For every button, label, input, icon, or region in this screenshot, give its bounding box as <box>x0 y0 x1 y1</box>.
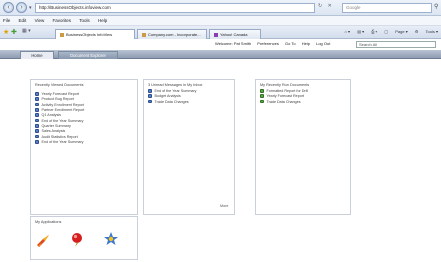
star-app-icon[interactable] <box>103 231 119 247</box>
welcome-text: Welcome: Pat Smith <box>215 41 252 46</box>
applications-panel: My Applications <box>30 216 138 260</box>
logout-link[interactable]: Log Out <box>316 41 330 46</box>
forward-arrow-icon[interactable]: › <box>16 2 27 13</box>
menu-edit[interactable]: Edit <box>19 18 27 23</box>
tools-menu[interactable]: ⚙ Tools ▾ <box>415 29 438 34</box>
document-icon <box>35 118 39 123</box>
page-menu[interactable]: ▢ Page ▾ <box>384 29 407 34</box>
help-link[interactable]: Help <box>302 41 310 46</box>
document-icon <box>148 94 152 98</box>
address-bar: ‹ › ▾ http://BusinessObjects.infoview.co… <box>0 0 441 16</box>
site-search-input[interactable]: Search All <box>356 41 436 48</box>
document-icon <box>260 99 264 104</box>
tab-home[interactable]: Home <box>20 51 54 59</box>
inbox-panel: 3 Unread Messages in My Inbox End of the… <box>143 79 235 215</box>
page-content: Welcome: Pat Smith Preferences Go To Hel… <box>0 40 441 262</box>
back-arrow-icon[interactable]: ‹ <box>3 2 14 13</box>
app-launcher-icon[interactable] <box>35 233 51 249</box>
panel-title: 3 Unread Messages in My Inbox <box>148 83 203 87</box>
list-item[interactable]: Trade Data Changes <box>260 99 308 105</box>
document-icon <box>35 124 39 128</box>
page-favicon-icon <box>60 32 64 37</box>
favorites-star-icon[interactable]: ★ <box>3 28 9 36</box>
add-favorites-icon[interactable]: ✚ <box>11 28 17 36</box>
preferences-link[interactable]: Preferences <box>257 41 279 46</box>
browser-tab-company[interactable]: Company.com - Incorporate... <box>137 29 207 39</box>
command-bar: ⌂ ▾ ▤ ▾ ⎙ ▾ ▢ Page ▾ ⚙ Tools ▾ <box>339 29 438 34</box>
menu-favorites[interactable]: Favorites <box>53 18 72 23</box>
document-icon <box>148 89 152 93</box>
menu-bar: File Edit View Favorites Tools Help <box>0 16 441 26</box>
list-item[interactable]: End of the Year Summary <box>35 140 84 145</box>
document-icon <box>35 140 39 144</box>
history-dropdown-icon[interactable]: ▾ <box>29 5 32 11</box>
browser-tab-yahoo[interactable]: Yahoo! Canada <box>209 29 261 39</box>
document-icon <box>260 89 264 93</box>
document-icon <box>35 129 39 133</box>
menu-help[interactable]: Help <box>98 18 107 23</box>
panel-title: My Recently Run Documents <box>260 83 310 87</box>
feeds-icon[interactable]: ▤ ▾ <box>357 29 364 34</box>
panel-title: Recently Viewed Documents <box>35 83 84 87</box>
panel-title: My Applications <box>35 220 62 224</box>
document-icon <box>260 94 264 98</box>
recently-run-panel: My Recently Run Documents Formatted Repo… <box>255 79 351 215</box>
tab-document-explorer[interactable]: Document Explorer <box>58 51 118 59</box>
document-icon <box>35 108 39 112</box>
document-icon <box>35 113 39 117</box>
print-icon[interactable]: ⎙ ▾ <box>371 29 377 34</box>
pin-app-icon[interactable] <box>69 232 85 248</box>
refresh-stop-icons[interactable]: ↻ ✕ <box>318 3 334 9</box>
menu-tools[interactable]: Tools <box>79 18 90 23</box>
page-favicon-icon <box>142 32 146 37</box>
menu-file[interactable]: File <box>3 18 10 23</box>
goto-link[interactable]: Go To <box>285 41 296 46</box>
browser-tab-infoview[interactable]: BusinessObjects InfoView <box>55 29 135 39</box>
search-icon[interactable]: ⚲ <box>434 3 438 10</box>
document-icon <box>35 92 39 96</box>
url-field[interactable]: http://BusinessObjects.infoview.com <box>35 3 315 13</box>
document-icon <box>35 134 39 139</box>
home-icon[interactable]: ⌂ ▾ <box>345 29 351 34</box>
browser-search-input[interactable]: Google <box>342 3 432 13</box>
site-header: Welcome: Pat Smith Preferences Go To Hel… <box>0 40 441 48</box>
list-item[interactable]: Trade Data Changes <box>148 99 197 105</box>
more-link[interactable]: More <box>220 204 228 208</box>
document-icon <box>35 102 39 107</box>
document-icon <box>35 97 39 101</box>
app-tab-bar: Home Document Explorer <box>0 50 441 59</box>
menu-view[interactable]: View <box>35 18 45 23</box>
browser-tab-bar: ★ ✚ ▦ ▾ BusinessObjects InfoView Company… <box>0 26 441 39</box>
tab-list-icon[interactable]: ▦ ▾ <box>22 28 31 34</box>
yahoo-favicon-icon <box>214 32 218 37</box>
recent-documents-panel: Recently Viewed Documents Yearly Forecas… <box>30 79 138 215</box>
document-icon <box>148 99 152 104</box>
